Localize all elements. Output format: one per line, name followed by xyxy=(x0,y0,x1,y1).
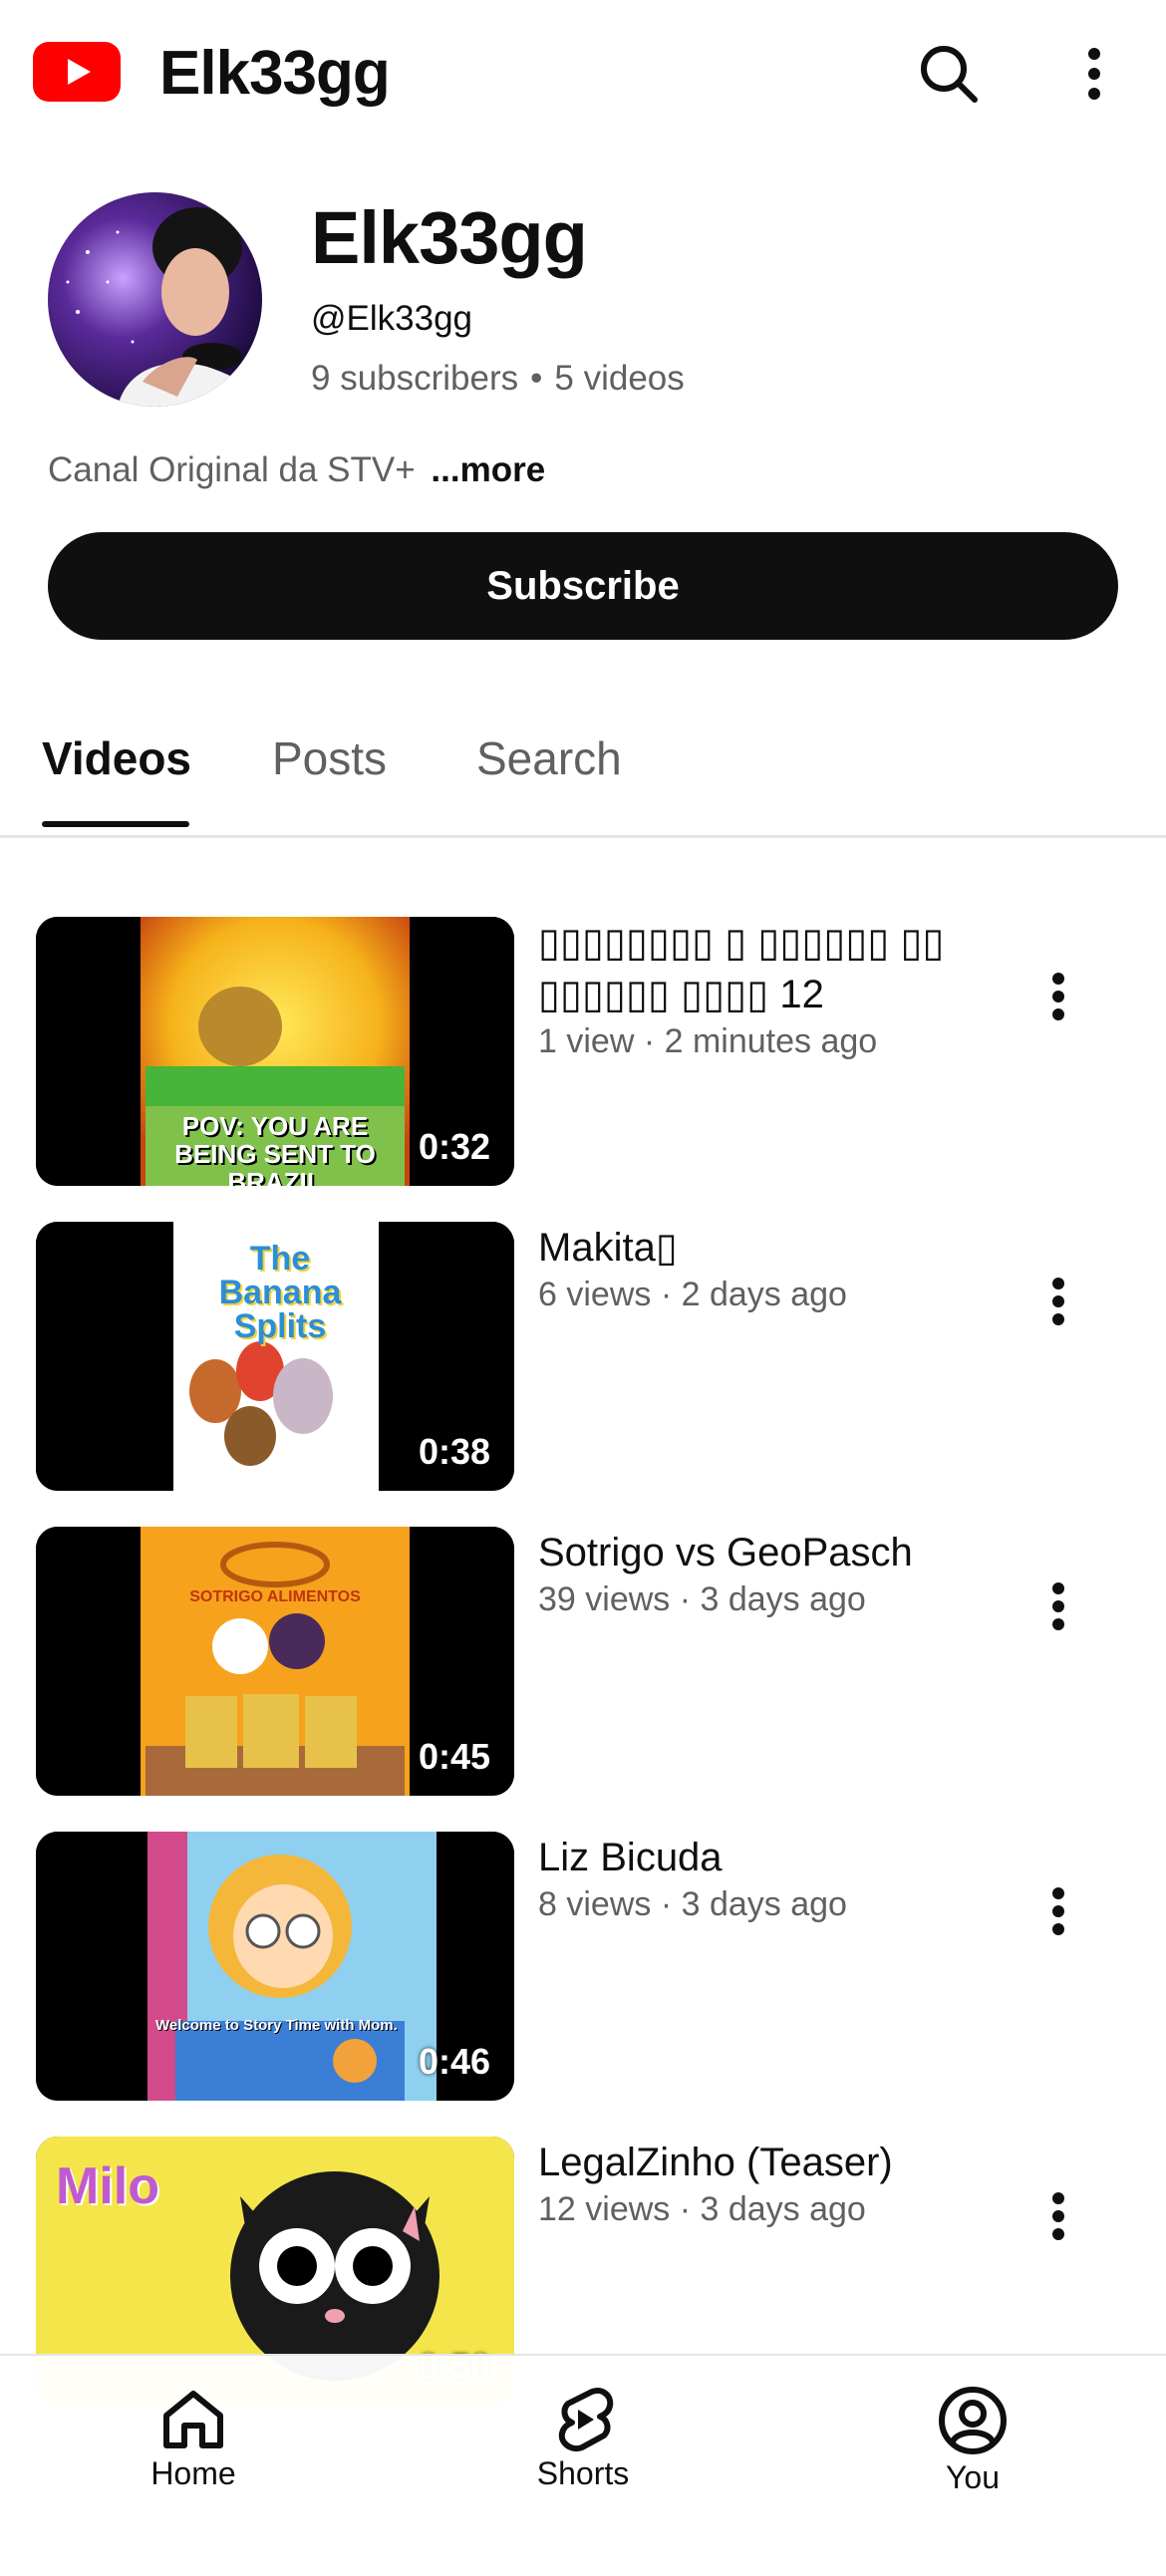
description-text: Canal Original da STV+ xyxy=(48,450,416,489)
shorts-icon xyxy=(558,2388,614,2451)
active-tab-indicator xyxy=(42,821,189,827)
video-title[interactable]: ▯▯▯▯▯▯▯▯ ▯ ▯▯▯▯▯▯ ▯▯ ▯▯▯▯▯▯ ▯▯▯▯ 12 xyxy=(538,917,987,1020)
video-duration: 0:45 xyxy=(418,1736,490,1777)
video-item[interactable]: The Banana Splits 0:38 Makita▯ 6 views ·… xyxy=(0,1222,1166,1493)
home-icon xyxy=(163,2391,223,2448)
profile-icon xyxy=(939,2387,1007,2454)
video-item[interactable]: POV: YOU ARE BEING SENT TO BRAZIL 0:32 ▯… xyxy=(0,917,1166,1188)
video-thumbnail[interactable]: The Banana Splits 0:38 xyxy=(36,1222,514,1491)
bottom-navigation: Home Shorts You xyxy=(0,2354,1166,2576)
nav-you-label: You xyxy=(946,2459,1000,2495)
tab-videos[interactable]: Videos xyxy=(42,731,191,785)
video-title[interactable]: LegalZinho (Teaser) xyxy=(538,2137,987,2188)
nav-home[interactable]: Home xyxy=(94,2386,293,2492)
video-menu-icon[interactable] xyxy=(1028,1262,1088,1341)
video-menu-icon[interactable] xyxy=(1028,2176,1088,2256)
thumbnail-caption: SOTRIGO ALIMENTOS xyxy=(189,1588,361,1605)
thumbnail-caption: Milo xyxy=(56,2157,159,2215)
channel-tabs: Videos Posts Search xyxy=(0,717,1166,838)
nav-shorts-label: Shorts xyxy=(536,2455,630,2491)
more-link[interactable]: ...more xyxy=(431,450,545,489)
separator-dot: • xyxy=(530,359,543,398)
video-title[interactable]: Liz Bicuda xyxy=(538,1832,987,1883)
nav-home-label: Home xyxy=(150,2455,236,2491)
video-thumbnail[interactable]: Welcome to Story Time with Mom. 0:46 xyxy=(36,1832,514,2101)
video-menu-icon[interactable] xyxy=(1028,1567,1088,1646)
video-meta: 1 view · 2 minutes ago xyxy=(538,1022,878,1060)
video-count: 5 videos xyxy=(554,359,685,398)
video-meta: 12 views · 3 days ago xyxy=(538,2190,866,2228)
tab-posts[interactable]: Posts xyxy=(272,731,387,785)
youtube-logo-icon[interactable] xyxy=(33,42,121,102)
subscribe-button[interactable]: Subscribe xyxy=(48,532,1118,640)
subscriber-count: 9 subscribers xyxy=(311,359,519,398)
more-vert-icon[interactable] xyxy=(1054,34,1134,114)
video-item[interactable]: SOTRIGO ALIMENTOS 0:45 Sotrigo vs GeoPas… xyxy=(0,1527,1166,1798)
video-meta: 39 views · 3 days ago xyxy=(538,1580,866,1618)
video-duration: 0:32 xyxy=(418,1126,490,1167)
nav-you[interactable]: You xyxy=(873,2386,1072,2496)
app-title: Elk33gg xyxy=(159,39,391,108)
video-duration: 0:46 xyxy=(418,2041,490,2082)
video-meta: 6 views · 2 days ago xyxy=(538,1276,847,1313)
video-menu-icon[interactable] xyxy=(1028,957,1088,1036)
channel-handle: @Elk33gg xyxy=(311,299,473,338)
video-duration: 0:38 xyxy=(418,1431,490,1472)
channel-avatar[interactable] xyxy=(48,192,262,407)
channel-description[interactable]: Canal Original da STV+ ...more xyxy=(48,450,545,490)
top-app-bar: Elk33gg xyxy=(0,0,1166,149)
video-thumbnail[interactable]: SOTRIGO ALIMENTOS 0:45 xyxy=(36,1527,514,1796)
search-icon[interactable] xyxy=(909,34,989,114)
tab-search[interactable]: Search xyxy=(476,731,622,785)
thumbnail-caption: Welcome to Story Time with Mom. xyxy=(155,2017,398,2034)
video-title[interactable]: Makita▯ xyxy=(538,1222,987,1274)
video-title[interactable]: Sotrigo vs GeoPasch xyxy=(538,1527,987,1578)
video-menu-icon[interactable] xyxy=(1028,1871,1088,1951)
video-meta: 8 views · 3 days ago xyxy=(538,1885,847,1923)
video-item[interactable]: Welcome to Story Time with Mom. 0:46 Liz… xyxy=(0,1832,1166,2103)
thumbnail-caption: The Banana Splits xyxy=(218,1240,342,1345)
channel-name: Elk33gg xyxy=(311,196,588,279)
video-thumbnail[interactable]: POV: YOU ARE BEING SENT TO BRAZIL 0:32 xyxy=(36,917,514,1186)
thumbnail-caption: POV: YOU ARE BEING SENT TO BRAZIL xyxy=(174,1111,376,1186)
nav-shorts[interactable]: Shorts xyxy=(483,2386,683,2492)
channel-stats: 9 subscribers • 5 videos xyxy=(311,359,685,399)
